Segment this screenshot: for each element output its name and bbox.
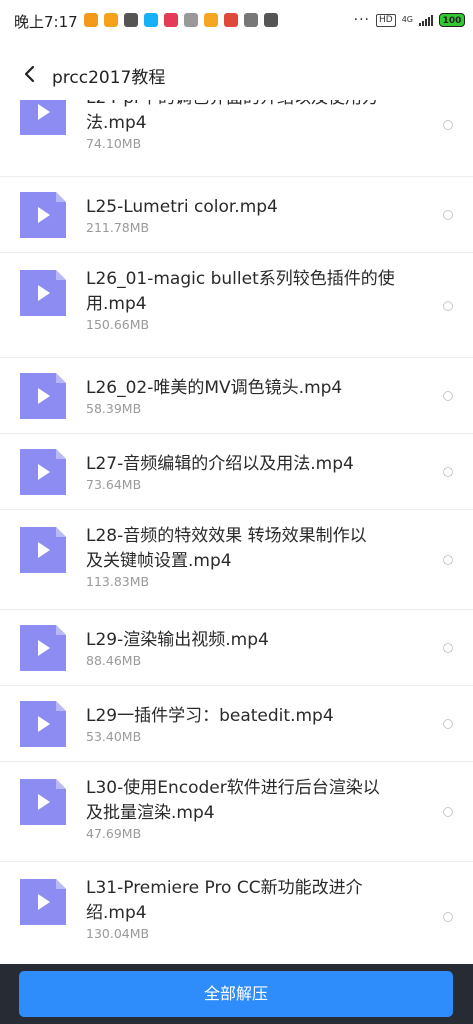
network-label: 4G bbox=[401, 15, 413, 24]
list-item[interactable]: L27-音频编辑的介绍以及用法.mp4 73.64MB bbox=[0, 434, 473, 510]
list-item[interactable]: L31-Premiere Pro CC新功能改进介 绍.mp4 130.04MB bbox=[0, 862, 473, 964]
more-dots-icon: ··· bbox=[353, 12, 370, 28]
video-file-icon bbox=[20, 527, 66, 573]
file-name: L27-音频编辑的介绍以及用法.mp4 bbox=[86, 452, 416, 477]
list-item[interactable]: L28-音频的特效效果 转场效果制作以 及关键帧设置.mp4 113.83MB bbox=[0, 510, 473, 610]
video-file-icon bbox=[20, 779, 66, 825]
select-radio[interactable] bbox=[443, 912, 453, 922]
file-name-line: L26_02-唯美的MV调色镜头.mp4 bbox=[86, 378, 343, 398]
select-radio[interactable] bbox=[443, 643, 453, 653]
file-name-line: L30-使用Encoder软件进行后台渲染以 bbox=[86, 778, 380, 798]
file-size: 74.10MB bbox=[86, 136, 142, 151]
select-radio[interactable] bbox=[443, 555, 453, 565]
file-name: L28-音频的特效效果 转场效果制作以 及关键帧设置.mp4 bbox=[86, 524, 416, 574]
file-name-line: L29一插件学习：beatedit.mp4 bbox=[86, 706, 334, 726]
file-name-line: L26_01-magic bullet系列较色插件的使 bbox=[86, 269, 395, 289]
file-name-line: 法.mp4 bbox=[86, 113, 147, 133]
notification-app-icon bbox=[124, 13, 138, 27]
status-bar: 晚上7:17 ··· HD 4G 100 bbox=[0, 0, 473, 40]
select-radio[interactable] bbox=[443, 300, 453, 311]
video-file-icon bbox=[20, 192, 66, 238]
notification-app-icon bbox=[244, 13, 258, 27]
video-file-icon bbox=[20, 879, 66, 925]
file-name-line: 及关键帧设置.mp4 bbox=[86, 551, 232, 571]
file-name-line: L27-音频编辑的介绍以及用法.mp4 bbox=[86, 454, 354, 474]
file-size: 113.83MB bbox=[86, 574, 150, 589]
file-name: L29一插件学习：beatedit.mp4 bbox=[86, 704, 416, 729]
notification-app-icon bbox=[264, 13, 278, 27]
hd-badge: HD bbox=[376, 13, 396, 27]
notification-app-icon bbox=[84, 13, 98, 27]
file-size: 130.04MB bbox=[86, 926, 150, 941]
select-radio[interactable] bbox=[443, 119, 453, 130]
select-radio[interactable] bbox=[443, 391, 453, 401]
file-name: L24-pr中的调色界面的介绍以及使用方法.mp4 bbox=[86, 100, 416, 136]
file-size: 150.66MB bbox=[86, 317, 150, 332]
file-name: L29-渲染输出视频.mp4 bbox=[86, 628, 416, 653]
file-size: 211.78MB bbox=[86, 220, 150, 235]
notification-app-icon bbox=[224, 13, 238, 27]
select-radio[interactable] bbox=[443, 807, 453, 817]
video-file-icon bbox=[20, 270, 66, 316]
file-name-line: 用.mp4 bbox=[86, 294, 147, 314]
file-name: L25-Lumetri color.mp4 bbox=[86, 195, 416, 220]
video-file-icon bbox=[20, 100, 66, 135]
notification-icons bbox=[84, 11, 284, 29]
file-name-line: L28-音频的特效效果 转场效果制作以 bbox=[86, 526, 367, 546]
status-indicators: ··· HD 4G 100 bbox=[354, 11, 465, 29]
list-item[interactable]: L29-渲染输出视频.mp4 88.46MB bbox=[0, 610, 473, 686]
file-size: 73.64MB bbox=[86, 477, 142, 492]
footer-bar: 全部解压 bbox=[0, 964, 473, 1024]
select-radio[interactable] bbox=[443, 719, 453, 729]
file-name-line: L29-渲染输出视频.mp4 bbox=[86, 630, 269, 650]
status-time: 晚上7:17 bbox=[14, 13, 78, 31]
file-list[interactable]: L24-pr中的调色界面的介绍以及使用方法.mp474.10MBL25-Lume… bbox=[0, 100, 473, 964]
battery-icon: 100 bbox=[439, 13, 465, 27]
file-name: L26_01-magic bullet系列较色插件的使 用.mp4 bbox=[86, 267, 416, 317]
video-file-icon bbox=[20, 701, 66, 747]
file-name-line: L24-pr中的调色界面的介绍以及使用方 bbox=[86, 100, 416, 111]
file-name-line: 及批量渲染.mp4 bbox=[86, 803, 215, 823]
file-name-line: L25-Lumetri color.mp4 bbox=[86, 197, 278, 217]
notification-app-icon bbox=[144, 13, 158, 27]
list-item[interactable]: L26_02-唯美的MV调色镜头.mp4 58.39MB bbox=[0, 358, 473, 434]
chevron-left-icon[interactable] bbox=[16, 60, 44, 88]
file-size: 53.40MB bbox=[86, 729, 142, 744]
video-file-icon bbox=[20, 373, 66, 419]
file-size: 58.39MB bbox=[86, 401, 142, 416]
file-name: L26_02-唯美的MV调色镜头.mp4 bbox=[86, 376, 416, 401]
page-title: prcc2017教程 bbox=[52, 68, 166, 88]
file-name-line: 绍.mp4 bbox=[86, 903, 147, 923]
signal-icon bbox=[419, 14, 433, 26]
file-name: L31-Premiere Pro CC新功能改进介 绍.mp4 bbox=[86, 876, 416, 926]
list-item[interactable]: L30-使用Encoder软件进行后台渲染以 及批量渲染.mp4 47.69MB bbox=[0, 762, 473, 862]
list-item[interactable]: L25-Lumetri color.mp4 211.78MB bbox=[0, 177, 473, 253]
file-size: 88.46MB bbox=[86, 653, 142, 668]
list-item[interactable]: L29一插件学习：beatedit.mp4 53.40MB bbox=[0, 686, 473, 762]
app-header: prcc2017教程 bbox=[0, 48, 473, 100]
notification-app-icon bbox=[164, 13, 178, 27]
notification-app-icon bbox=[204, 13, 218, 27]
list-item[interactable]: L26_01-magic bullet系列较色插件的使 用.mp4 150.66MB bbox=[0, 253, 473, 358]
extract-all-button[interactable]: 全部解压 bbox=[19, 971, 453, 1017]
select-radio[interactable] bbox=[443, 210, 453, 220]
file-size: 47.69MB bbox=[86, 826, 142, 841]
notification-app-icon bbox=[104, 13, 118, 27]
video-file-icon bbox=[20, 449, 66, 495]
video-file-icon bbox=[20, 625, 66, 671]
list-item[interactable]: L24-pr中的调色界面的介绍以及使用方法.mp474.10MB bbox=[0, 100, 473, 177]
select-radio[interactable] bbox=[443, 467, 453, 477]
file-name: L30-使用Encoder软件进行后台渲染以 及批量渲染.mp4 bbox=[86, 776, 416, 826]
notification-app-icon bbox=[184, 13, 198, 27]
file-name-line: L31-Premiere Pro CC新功能改进介 bbox=[86, 878, 363, 898]
